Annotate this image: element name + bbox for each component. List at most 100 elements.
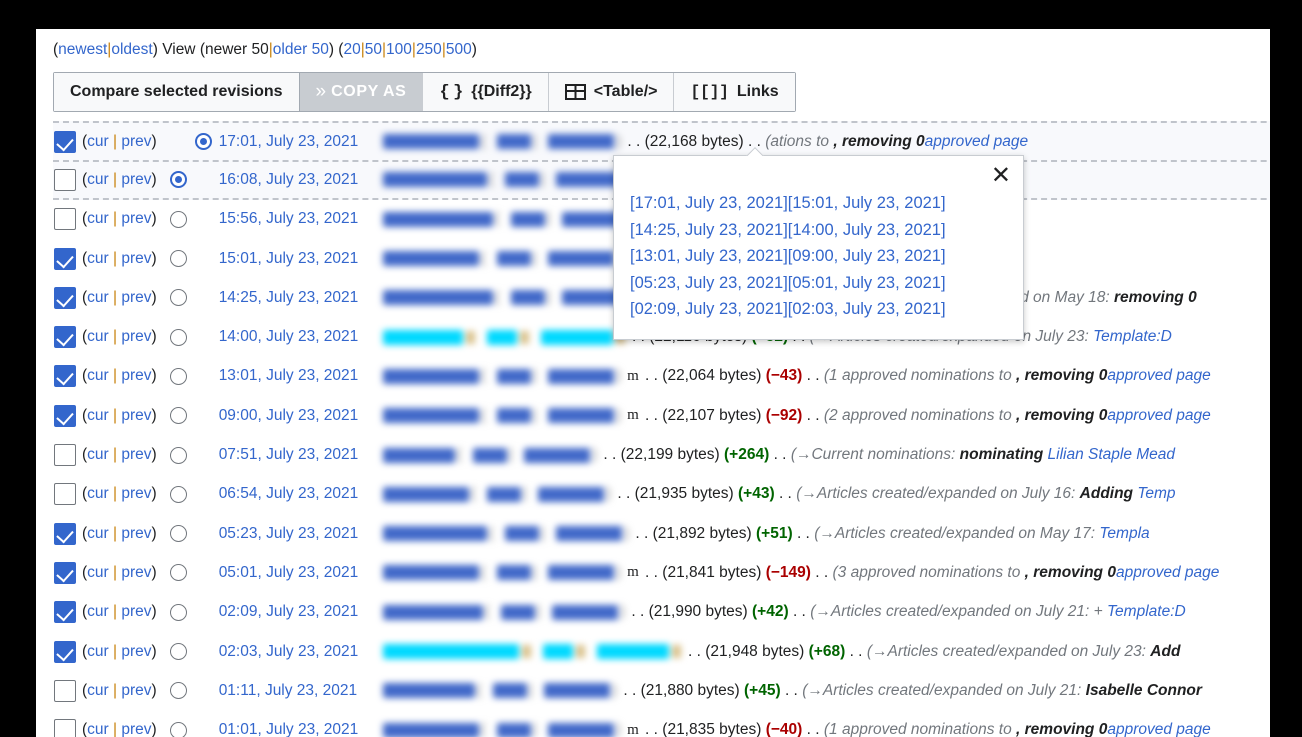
prev-link[interactable]: prev: [121, 564, 151, 581]
revision-timestamp-link[interactable]: 13:01, July 23, 2021: [219, 367, 359, 384]
popup-link-line[interactable]: [05:23, July 23, 2021][05:01, July 23, 2…: [630, 274, 946, 292]
revision-compare-radio[interactable]: [169, 525, 187, 543]
revision-timestamp-link[interactable]: 05:23, July 23, 2021: [219, 525, 359, 542]
comment-link[interactable]: approved page: [1107, 367, 1210, 384]
cur-link[interactable]: cur: [87, 328, 109, 345]
prev-link[interactable]: prev: [121, 289, 151, 306]
revision-select-checkbox[interactable]: [54, 286, 76, 309]
cur-link[interactable]: cur: [87, 250, 109, 267]
copy-as-table-button[interactable]: <Table/>: [548, 73, 675, 111]
revision-compare-radio[interactable]: [169, 210, 187, 228]
revision-timestamp-link[interactable]: 16:08, July 23, 2021: [219, 171, 359, 188]
prev-link[interactable]: prev: [121, 721, 151, 737]
popup-link-line[interactable]: [14:25, July 23, 2021][14:00, July 23, 2…: [630, 221, 946, 239]
revision-compare-radio[interactable]: [169, 721, 187, 737]
comment-link[interactable]: approved page: [1107, 407, 1210, 424]
count-100-link[interactable]: 100: [386, 41, 412, 58]
count-50-link[interactable]: 50: [365, 41, 382, 58]
prev-link[interactable]: prev: [121, 133, 151, 150]
popup-link-line[interactable]: [13:01, July 23, 2021][09:00, July 23, 2…: [630, 247, 946, 265]
revision-compare-radio[interactable]: [169, 367, 187, 385]
count-500-link[interactable]: 500: [446, 41, 472, 58]
revision-select-checkbox[interactable]: [54, 444, 76, 467]
revision-select-checkbox[interactable]: [54, 522, 76, 545]
prev-link[interactable]: prev: [121, 250, 151, 267]
revision-timestamp-link[interactable]: 15:01, July 23, 2021: [219, 250, 359, 267]
revision-timestamp-link[interactable]: 17:01, July 23, 2021: [219, 133, 359, 150]
revision-compare-radio[interactable]: [169, 328, 187, 346]
revision-timestamp-link[interactable]: 02:03, July 23, 2021: [219, 643, 359, 660]
cur-link[interactable]: cur: [87, 133, 109, 150]
revision-compare-radio[interactable]: [169, 407, 187, 425]
cur-link[interactable]: cur: [87, 485, 109, 502]
copy-as-links-button[interactable]: [[]] Links: [674, 73, 795, 111]
revision-select-checkbox[interactable]: [54, 601, 76, 624]
revision-compare-radio[interactable]: [169, 289, 187, 307]
prev-link[interactable]: prev: [121, 603, 151, 620]
comment-link[interactable]: approved page: [1116, 564, 1219, 581]
cur-link[interactable]: cur: [87, 171, 109, 188]
prev-link[interactable]: prev: [121, 367, 151, 384]
revision-select-checkbox[interactable]: [54, 404, 76, 427]
revision-timestamp-link[interactable]: 02:09, July 23, 2021: [219, 603, 359, 620]
revision-select-checkbox[interactable]: [54, 208, 76, 231]
revision-timestamp-link[interactable]: 06:54, July 23, 2021: [219, 485, 359, 502]
revision-timestamp-link[interactable]: 14:00, July 23, 2021: [219, 328, 359, 345]
prev-link[interactable]: prev: [121, 407, 151, 424]
revision-select-checkbox[interactable]: [54, 640, 76, 663]
comment-link[interactable]: Template:D: [1107, 603, 1186, 620]
compare-selected-revisions-button[interactable]: Compare selected revisions: [54, 73, 300, 111]
cur-link[interactable]: cur: [87, 564, 109, 581]
revision-select-checkbox[interactable]: [54, 719, 76, 737]
oldest-link[interactable]: oldest: [111, 41, 152, 58]
prev-link[interactable]: prev: [121, 485, 151, 502]
revision-compare-radio[interactable]: [169, 682, 187, 700]
cur-link[interactable]: cur: [87, 721, 109, 737]
revision-compare-radio[interactable]: [169, 250, 187, 268]
copy-as-diff2-button[interactable]: { } {{Diff2}}: [423, 73, 549, 111]
cur-link[interactable]: cur: [87, 367, 109, 384]
revision-compare-radio[interactable]: [194, 133, 212, 151]
cur-link[interactable]: cur: [87, 525, 109, 542]
prev-link[interactable]: prev: [121, 682, 151, 699]
count-20-link[interactable]: 20: [343, 41, 360, 58]
cur-link[interactable]: cur: [87, 682, 109, 699]
popup-link-line[interactable]: [17:01, July 23, 2021][15:01, July 23, 2…: [630, 194, 946, 212]
revision-timestamp-link[interactable]: 15:56, July 23, 2021: [219, 210, 359, 227]
revision-compare-radio[interactable]: [169, 643, 187, 660]
revision-timestamp-link[interactable]: 07:51, July 23, 2021: [219, 446, 359, 463]
revision-compare-radio[interactable]: [169, 485, 187, 503]
prev-link[interactable]: prev: [121, 446, 151, 463]
revision-select-checkbox[interactable]: [54, 483, 76, 506]
cur-link[interactable]: cur: [87, 289, 109, 306]
cur-link[interactable]: cur: [87, 407, 109, 424]
revision-select-checkbox[interactable]: [54, 561, 76, 584]
revision-compare-radio[interactable]: [169, 446, 187, 464]
revision-select-checkbox[interactable]: [54, 365, 76, 388]
comment-link[interactable]: Temp: [1137, 485, 1175, 502]
prev-link[interactable]: prev: [121, 328, 151, 345]
comment-link[interactable]: Templa: [1099, 525, 1149, 542]
revision-select-checkbox[interactable]: [54, 679, 76, 702]
cur-link[interactable]: cur: [87, 446, 109, 463]
prev-link[interactable]: prev: [121, 525, 151, 542]
prev-link[interactable]: prev: [121, 210, 151, 227]
revision-compare-radio[interactable]: [169, 171, 187, 189]
comment-link[interactable]: approved page: [925, 133, 1028, 150]
revision-compare-radio[interactable]: [169, 603, 187, 621]
comment-link[interactable]: Lilian Staple Mead: [1048, 446, 1176, 463]
revision-timestamp-link[interactable]: 14:25, July 23, 2021: [219, 289, 359, 306]
revision-timestamp-link[interactable]: 01:01, July 23, 2021: [219, 721, 359, 737]
revision-timestamp-link[interactable]: 09:00, July 23, 2021: [219, 407, 359, 424]
prev-link[interactable]: prev: [121, 171, 151, 188]
cur-link[interactable]: cur: [87, 210, 109, 227]
cur-link[interactable]: cur: [87, 603, 109, 620]
revision-timestamp-link[interactable]: 01:11, July 23, 2021: [219, 682, 357, 699]
count-250-link[interactable]: 250: [416, 41, 442, 58]
newest-link[interactable]: newest: [58, 41, 107, 58]
revision-select-checkbox[interactable]: [54, 168, 76, 191]
comment-link[interactable]: approved page: [1107, 721, 1210, 737]
revision-select-checkbox[interactable]: [54, 247, 76, 270]
revision-select-checkbox[interactable]: [54, 326, 76, 349]
revision-select-checkbox[interactable]: [54, 130, 76, 153]
